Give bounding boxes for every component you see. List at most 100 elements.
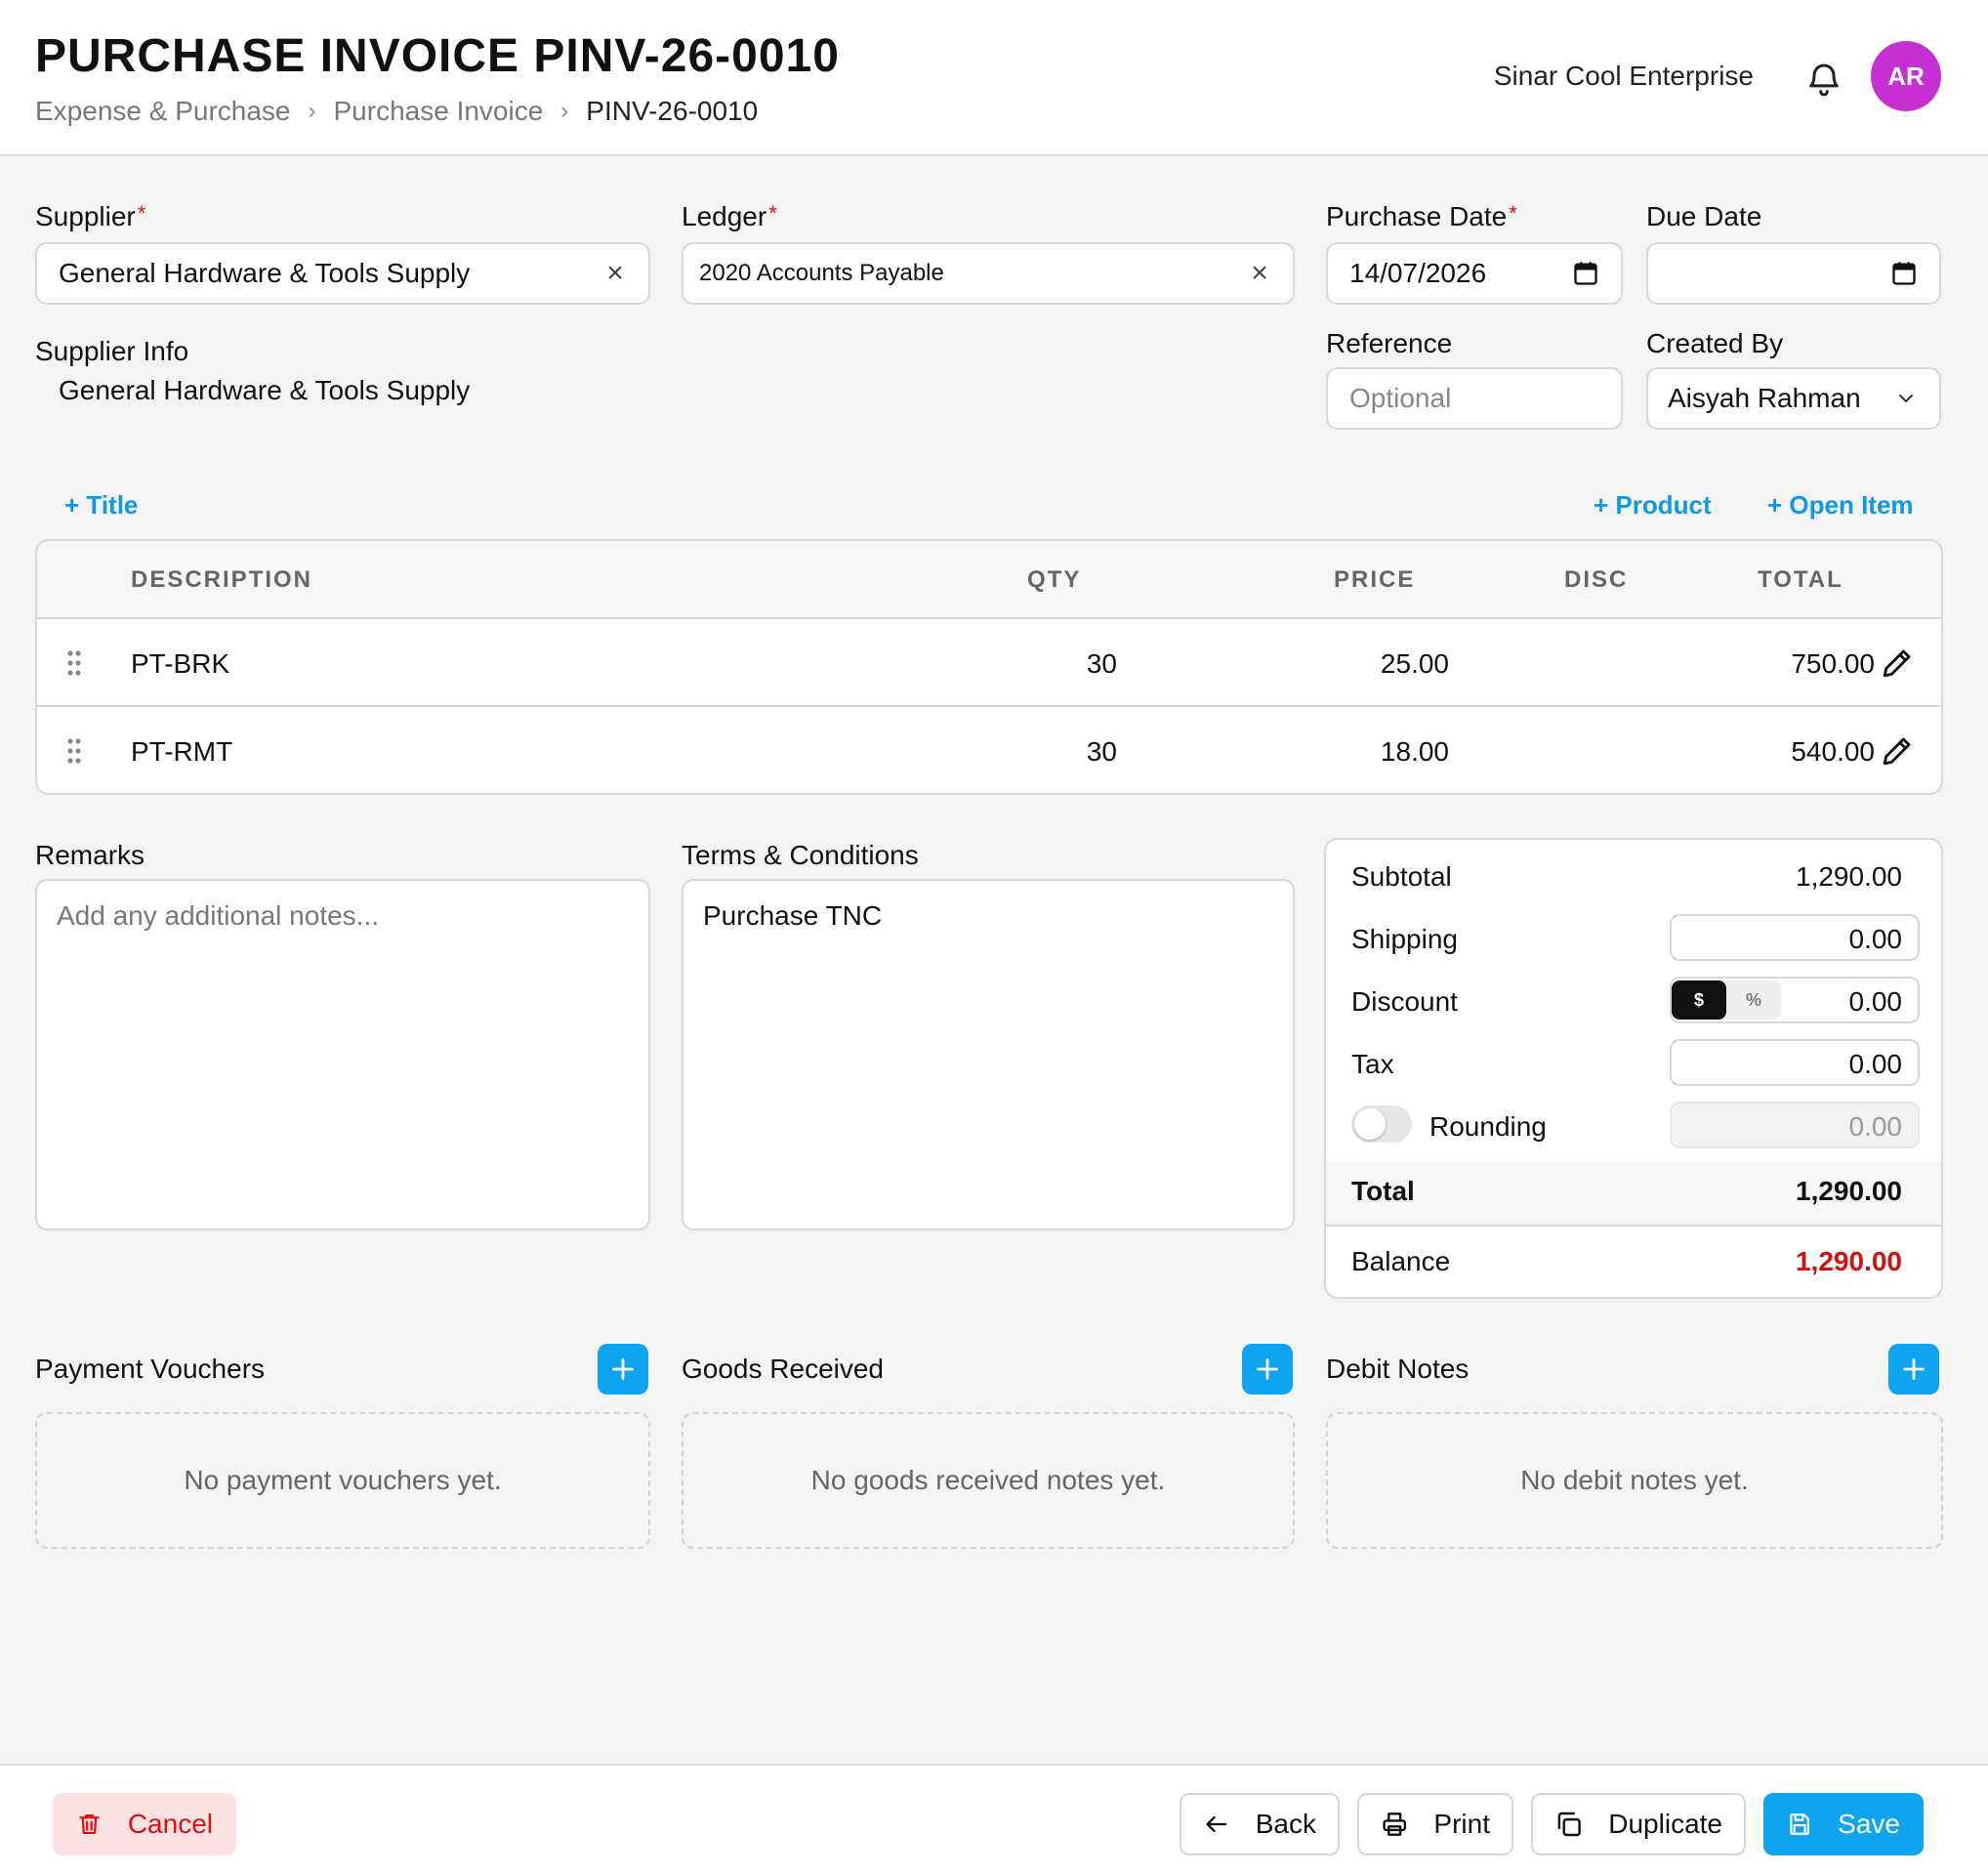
plus-icon [1903, 1358, 1925, 1380]
terms-value: Purchase TNC [703, 900, 883, 931]
due-date-input[interactable] [1646, 242, 1941, 305]
column-qty: QTY [1027, 566, 1082, 593]
remarks-label: Remarks [35, 840, 145, 870]
terms-label: Terms & Conditions [682, 840, 919, 870]
discount-label: Discount [1351, 986, 1458, 1017]
cancel-label: Cancel [127, 1809, 213, 1839]
row-total: 750.00 [1791, 648, 1875, 679]
reference-placeholder: Optional [1349, 383, 1452, 413]
created-by-value: Aisyah Rahman [1668, 383, 1861, 413]
required-marker: * [768, 201, 777, 226]
add-open-item-button[interactable]: + Open Item [1767, 490, 1914, 521]
avatar[interactable]: AR [1871, 41, 1941, 111]
created-by-select[interactable]: Aisyah Rahman [1646, 367, 1941, 430]
arrow-left-icon [1206, 1815, 1227, 1833]
ledger-select[interactable]: 2020 Accounts Payable × [682, 242, 1295, 305]
pencil-icon[interactable] [1881, 646, 1914, 680]
reference-input[interactable]: Optional [1326, 367, 1623, 430]
goods-received-title: Goods Received [682, 1354, 885, 1384]
balance-label: Balance [1351, 1246, 1451, 1276]
save-icon [1790, 1813, 1809, 1835]
remarks-placeholder: Add any additional notes... [57, 900, 380, 931]
discount-mode-amount[interactable]: $ [1672, 980, 1726, 1020]
cancel-button[interactable]: Cancel [53, 1793, 236, 1855]
chevron-down-icon [1899, 395, 1913, 403]
required-marker: * [137, 201, 146, 226]
rounding-toggle[interactable] [1351, 1105, 1412, 1143]
payment-vouchers-empty: No payment vouchers yet. [35, 1412, 650, 1549]
breadcrumb: Expense & Purchase › Purchase Invoice › … [35, 96, 758, 127]
row-price: 25.00 [1380, 648, 1449, 679]
breadcrumb-item-expense-purchase[interactable]: Expense & Purchase [35, 96, 291, 127]
add-payment-voucher-button[interactable] [598, 1344, 648, 1395]
column-disc: DISC [1564, 566, 1629, 593]
remarks-textarea[interactable]: Add any additional notes... [35, 879, 650, 1230]
plus-icon [1257, 1358, 1278, 1380]
ledger-label: Ledger* [682, 201, 777, 232]
duplicate-button[interactable]: Duplicate [1531, 1793, 1746, 1855]
add-product-button[interactable]: + Product [1594, 490, 1712, 521]
purchase-date-label: Purchase Date* [1326, 201, 1517, 232]
supplier-label: Supplier* [35, 201, 145, 232]
items-table: DESCRIPTION QTY PRICE DISC TOTAL PT-BRK … [35, 539, 1943, 795]
purchase-date-input[interactable]: 14/07/2026 [1326, 242, 1623, 305]
drag-handle-icon[interactable] [66, 648, 82, 678]
plus-icon [612, 1358, 634, 1380]
balance-value: 1,290.00 [1796, 1246, 1902, 1276]
row-qty: 30 [1086, 736, 1117, 767]
bell-icon[interactable] [1804, 61, 1843, 100]
row-price: 18.00 [1380, 736, 1449, 767]
add-debit-note-button[interactable] [1888, 1344, 1939, 1395]
supplier-select[interactable]: General Hardware & Tools Supply × [35, 242, 650, 305]
add-goods-received-button[interactable] [1242, 1344, 1293, 1395]
subtotal-value: 1,290.00 [1796, 861, 1902, 892]
pencil-icon[interactable] [1881, 734, 1914, 768]
discount-mode-toggle: $ % [1672, 980, 1781, 1020]
table-row[interactable]: PT-RMT 30 18.00 540.00 [37, 707, 1941, 793]
chevron-right-icon: › [560, 98, 569, 124]
trash-icon [79, 1813, 100, 1835]
duplicate-label: Duplicate [1608, 1809, 1722, 1839]
table-header: DESCRIPTION QTY PRICE DISC TOTAL [37, 541, 1941, 619]
shipping-label: Shipping [1351, 924, 1458, 954]
terms-textarea[interactable]: Purchase TNC [682, 879, 1295, 1230]
due-date-label: Due Date [1646, 201, 1762, 231]
toggle-knob [1354, 1108, 1386, 1140]
ledger-label-text: Ledger [682, 201, 767, 231]
calendar-icon[interactable] [1572, 260, 1599, 287]
breadcrumb-item-current: PINV-26-0010 [586, 96, 759, 126]
save-button[interactable]: Save [1763, 1793, 1924, 1855]
tax-input[interactable]: 0.00 [1670, 1039, 1920, 1086]
table-row[interactable]: PT-BRK 30 25.00 750.00 [37, 619, 1941, 707]
subtotal-label: Subtotal [1351, 861, 1452, 892]
supplier-value: General Hardware & Tools Supply [59, 258, 471, 288]
rounding-label: Rounding [1429, 1111, 1547, 1142]
close-icon[interactable]: × [603, 257, 627, 290]
column-description: DESCRIPTION [131, 566, 313, 593]
close-icon[interactable]: × [1248, 257, 1271, 290]
calendar-icon[interactable] [1890, 260, 1918, 287]
add-title-button[interactable]: + Title [64, 490, 138, 521]
company-name[interactable]: Sinar Cool Enterprise [1494, 61, 1754, 92]
purchase-date-label-text: Purchase Date [1326, 201, 1508, 231]
printer-icon [1383, 1812, 1407, 1836]
page-title: PURCHASE INVOICE PINV-26-0010 [35, 30, 840, 82]
print-label: Print [1433, 1809, 1490, 1839]
ledger-value: 2020 Accounts Payable [699, 260, 944, 286]
shipping-input[interactable]: 0.00 [1670, 914, 1920, 961]
print-button[interactable]: Print [1357, 1793, 1513, 1855]
chevron-right-icon: › [308, 98, 316, 124]
supplier-info-label: Supplier Info [35, 336, 189, 366]
copy-icon [1557, 1812, 1581, 1837]
rounding-input: 0.00 [1670, 1102, 1920, 1148]
breadcrumb-item-purchase-invoice[interactable]: Purchase Invoice [334, 96, 544, 127]
debit-notes-empty: No debit notes yet. [1326, 1412, 1943, 1549]
back-button[interactable]: Back [1180, 1793, 1340, 1855]
discount-mode-percent[interactable]: % [1726, 980, 1781, 1020]
drag-handle-icon[interactable] [66, 736, 82, 766]
row-qty: 30 [1086, 648, 1117, 679]
column-price: PRICE [1334, 566, 1416, 593]
total-row: Total 1,290.00 [1326, 1162, 1941, 1227]
row-description: PT-RMT [131, 736, 233, 767]
column-total: TOTAL [1758, 566, 1843, 593]
